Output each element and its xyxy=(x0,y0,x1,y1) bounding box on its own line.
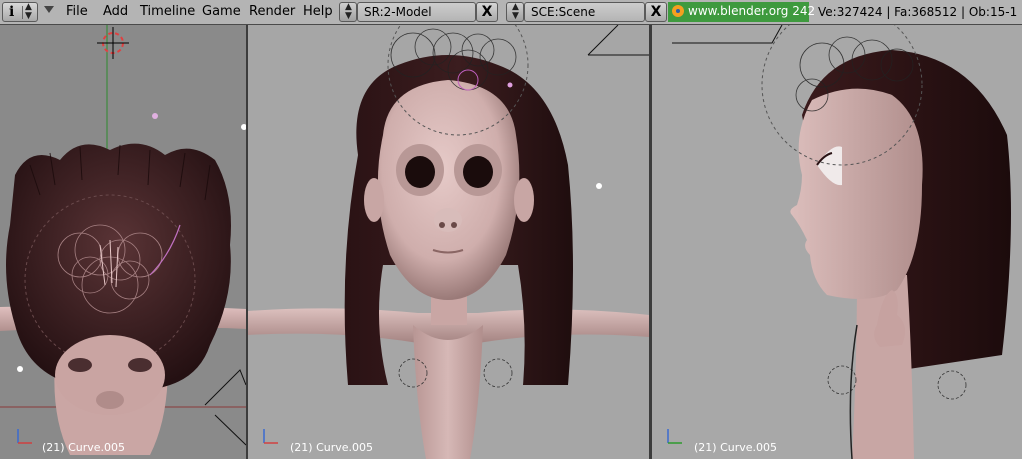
scene-browse-button[interactable]: ▲ ▼ xyxy=(506,2,524,22)
eye-right xyxy=(128,358,152,372)
eye-right xyxy=(463,156,493,188)
screen-name-field[interactable]: SR:2-Model xyxy=(357,2,476,22)
ear-right xyxy=(514,178,534,222)
object-label: (21) Curve.005 xyxy=(694,441,778,454)
info-header: i ▲ ▼ File Add Timeline Game Render Help … xyxy=(0,0,1022,25)
browse-arrows-icon: ▲ ▼ xyxy=(345,2,352,21)
menu-help[interactable]: Help xyxy=(303,4,333,19)
lamp-point xyxy=(17,366,23,372)
object-label: (21) Curve.005 xyxy=(290,441,374,454)
object-label: (21) Curve.005 xyxy=(42,441,126,454)
side-view-scene xyxy=(667,25,1011,459)
close-x-icon[interactable]: X xyxy=(645,2,667,22)
eye-left xyxy=(405,156,435,188)
camera-outline xyxy=(672,25,783,44)
menu-render[interactable]: Render xyxy=(249,4,295,19)
menu-timeline[interactable]: Timeline xyxy=(140,4,195,19)
collapse-triangle-icon[interactable] xyxy=(44,6,54,13)
ear-left xyxy=(364,178,384,222)
lamp-point xyxy=(152,113,158,119)
viewport-front[interactable]: (21) Curve.005 xyxy=(248,25,649,459)
axis-gizmo-icon xyxy=(667,429,682,444)
nose xyxy=(96,391,124,409)
browse-arrows-icon: ▲ ▼ xyxy=(512,2,519,21)
scene-stats: Ve:327424 | Fa:368512 | Ob:15-1 | xyxy=(818,5,1022,19)
viewport-side[interactable]: (21) Curve.005 xyxy=(652,25,1022,459)
blender-url-link[interactable]: www.blender.org 242 xyxy=(668,2,815,22)
scene-name-field[interactable]: SCE:Scene xyxy=(524,2,645,22)
camera-outline xyxy=(204,369,246,406)
browse-arrows-icon: ▲ ▼ xyxy=(25,2,32,21)
menu-add[interactable]: Add xyxy=(103,4,128,19)
window-type-info-icon: i xyxy=(9,4,15,20)
lamp-point xyxy=(596,183,602,189)
top-view-scene xyxy=(0,25,246,455)
menu-file[interactable]: File xyxy=(66,4,88,19)
axis-gizmo-icon xyxy=(263,429,278,444)
camera-outline xyxy=(587,25,649,56)
blender-logo-icon xyxy=(672,5,684,17)
button-separator xyxy=(22,6,23,19)
menu-game[interactable]: Game xyxy=(202,4,241,19)
lamp-point xyxy=(507,82,513,88)
eye-left xyxy=(68,358,92,372)
screen-browse-button[interactable]: ▲ ▼ xyxy=(339,2,357,22)
torso xyxy=(413,325,483,459)
viewport-top[interactable]: (21) Curve.005 xyxy=(0,25,246,459)
window-type-button[interactable]: i ▲ ▼ xyxy=(2,2,38,22)
3d-cursor-icon xyxy=(97,27,129,59)
face-profile xyxy=(790,88,923,299)
front-view-scene xyxy=(248,25,649,459)
url-text: www.blender.org 242 xyxy=(688,4,816,18)
close-x-icon[interactable]: X xyxy=(476,2,498,22)
nose xyxy=(434,208,462,232)
face xyxy=(377,80,520,300)
axis-gizmo-icon xyxy=(17,429,32,444)
